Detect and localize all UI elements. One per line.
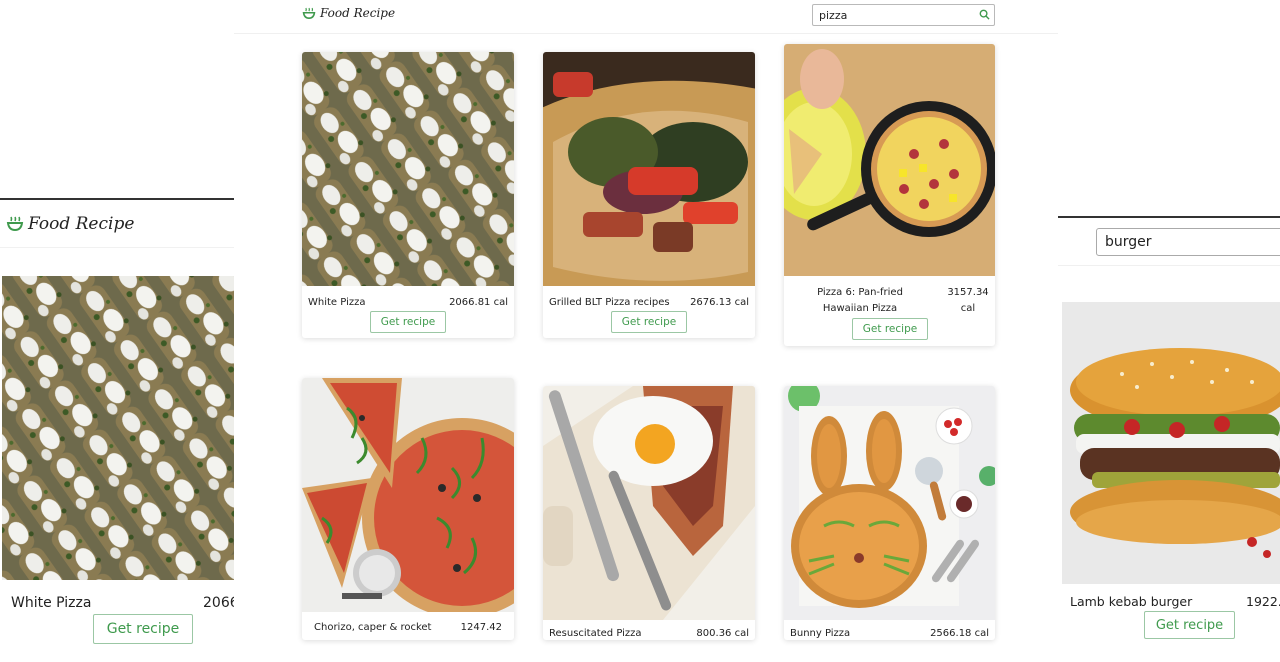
- recipe-calories: 3157.34 cal: [947, 287, 989, 314]
- divider: [1058, 265, 1280, 266]
- search-icon[interactable]: [979, 9, 990, 20]
- recipe-image-resuscitated-pizza: [543, 386, 755, 620]
- get-recipe-button[interactable]: Get recipe: [370, 311, 446, 333]
- recipe-image-blt-pizza: [543, 52, 755, 286]
- recipe-calories: 2066.81 cal: [449, 297, 508, 308]
- bowl-icon: [302, 7, 316, 20]
- recipe-card: Chorizo, caper & rocket 1247.42: [302, 378, 514, 640]
- zoom-right-panel: burger Lamb kebab burger 1922.8 Get reci…: [1058, 216, 1280, 646]
- get-recipe-button[interactable]: Get recipe: [1144, 611, 1235, 639]
- recipe-title: Lamb kebab burger: [1070, 594, 1193, 609]
- recipe-title: Grilled BLT Pizza recipes: [549, 297, 670, 308]
- search-box[interactable]: [812, 4, 995, 26]
- recipe-card: Grilled BLT Pizza recipes 2676.13 cal Ge…: [543, 52, 755, 338]
- recipe-title: Resuscitated Pizza: [549, 628, 642, 639]
- recipe-card: White Pizza 2066.81 cal Get recipe: [302, 52, 514, 338]
- get-recipe-button[interactable]: Get recipe: [611, 311, 687, 333]
- recipe-image-white-pizza: [2, 276, 236, 580]
- recipe-calories: 1247.42: [460, 622, 502, 633]
- bowl-icon: [6, 216, 24, 232]
- recipe-image-white-pizza: [302, 52, 514, 286]
- get-recipe-button[interactable]: Get recipe: [852, 318, 928, 340]
- recipe-title: White Pizza: [11, 595, 92, 611]
- main-screen: Food Recipe White Pizza 2066.81 cal Get …: [234, 0, 1058, 646]
- recipe-calories: 2676.13 cal: [690, 297, 749, 308]
- recipe-card: Bunny Pizza 2566.18 cal: [784, 386, 995, 640]
- zoom-left-navbar: Food Recipe: [0, 200, 236, 248]
- logo[interactable]: Food Recipe: [302, 6, 395, 20]
- zoom-left-panel: Food Recipe White Pizza 2066 Get recipe: [0, 198, 236, 648]
- recipe-title: Chorizo, caper & rocket: [314, 622, 432, 633]
- recipe-calories: 1922.8: [1246, 594, 1280, 609]
- search-input[interactable]: [819, 8, 969, 23]
- navbar: Food Recipe: [234, 0, 1058, 34]
- recipe-card: Pizza 6: Pan-fried Hawaiian Pizza 3157.3…: [784, 44, 995, 346]
- recipe-image-lamb-burger: [1062, 302, 1280, 584]
- recipe-image-hawaiian-pizza: [784, 44, 995, 276]
- recipe-calories: 2066: [203, 595, 236, 611]
- recipe-title: Pizza 6: Pan-fried Hawaiian Pizza: [817, 287, 903, 314]
- recipe-image-chorizo-pizza: [302, 378, 514, 612]
- recipe-image-bunny-pizza: [784, 386, 995, 620]
- search-input[interactable]: burger: [1096, 228, 1280, 256]
- recipe-calories: 800.36 cal: [696, 628, 749, 639]
- zoom-left-logo[interactable]: Food Recipe: [6, 214, 134, 234]
- logo-text: Food Recipe: [28, 213, 135, 234]
- recipe-calories: 2566.18 cal: [930, 628, 989, 639]
- logo-text: Food Recipe: [320, 6, 396, 20]
- recipe-card: Resuscitated Pizza 800.36 cal: [543, 386, 755, 640]
- recipe-title: White Pizza: [308, 297, 366, 308]
- get-recipe-button[interactable]: Get recipe: [93, 614, 193, 644]
- recipe-title: Bunny Pizza: [790, 628, 851, 639]
